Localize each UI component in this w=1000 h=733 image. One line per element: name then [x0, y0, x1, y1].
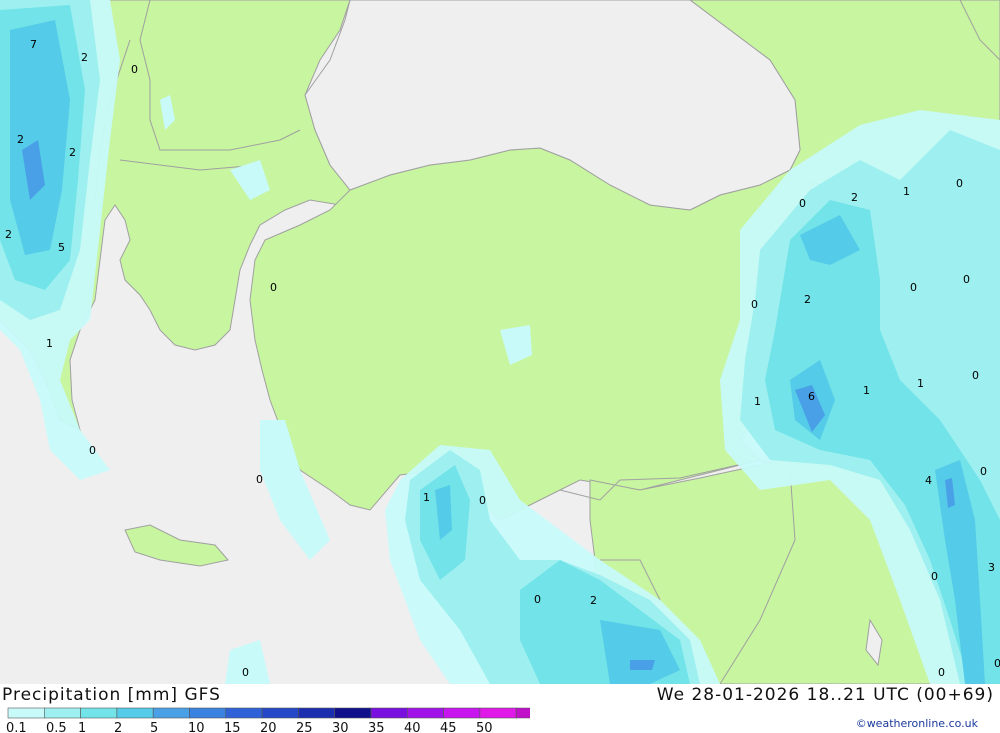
legend-tick: 15 [224, 721, 241, 733]
value-label: 0 [270, 281, 277, 294]
map-title: Precipitation [mm] GFS [2, 685, 221, 705]
value-label: 2 [590, 594, 597, 607]
value-label: 0 [242, 666, 249, 679]
legend-swatches [7, 707, 530, 719]
copyright-link[interactable]: ©weatheronline.co.uk [856, 717, 978, 730]
legend-swatch [261, 707, 299, 719]
legend-tick: 2 [114, 721, 122, 733]
value-label: 5 [58, 241, 65, 254]
value-label: 0 [994, 657, 1000, 670]
value-label: 2 [851, 191, 858, 204]
value-label: 0 [256, 473, 263, 486]
value-label: 0 [751, 298, 758, 311]
legend-tick: 5 [150, 721, 158, 733]
legend-tick: 50 [476, 721, 493, 733]
legend-tick: 25 [296, 721, 313, 733]
value-label: 2 [81, 51, 88, 64]
legend-swatch [152, 707, 190, 719]
legend-swatch [80, 707, 118, 719]
value-label: 0 [89, 444, 96, 457]
legend-swatch [43, 707, 81, 719]
value-label: 0 [479, 494, 486, 507]
legend-tick: 0.5 [46, 721, 67, 733]
legend-swatch [116, 707, 154, 719]
legend-swatch [189, 707, 227, 719]
precipitation-map: 7 2 0 2 2 2 5 1 0 0 0 1 0 0 0 2 0 2 1 0 … [0, 0, 1000, 684]
legend-swatch [479, 707, 517, 719]
legend-tick: 40 [404, 721, 421, 733]
value-label: 6 [808, 390, 815, 403]
legend-ticks: 0.1 0.5 1 2 5 10 15 20 25 30 35 40 45 50 [6, 721, 493, 733]
legend-tick: 30 [332, 721, 349, 733]
value-label: 0 [972, 369, 979, 382]
value-label: 1 [423, 491, 430, 504]
value-label: 0 [938, 666, 945, 679]
value-label: 0 [980, 465, 987, 478]
legend-tick: 1 [78, 721, 86, 733]
legend-tick: 45 [440, 721, 457, 733]
value-label: 2 [804, 293, 811, 306]
value-label: 1 [917, 377, 924, 390]
value-label: 0 [956, 177, 963, 190]
value-label: 0 [910, 281, 917, 294]
map-footer: Precipitation [mm] GFS We 28-01-2026 18.… [0, 684, 1000, 733]
precip-legend: 0.1 0.5 1 2 5 10 15 20 25 30 35 40 45 50 [6, 707, 530, 733]
value-label: 0 [131, 63, 138, 76]
value-label: 4 [925, 474, 932, 487]
value-label: 1 [46, 337, 53, 350]
legend-swatch [225, 707, 263, 719]
value-label: 0 [931, 570, 938, 583]
legend-swatch [406, 707, 444, 719]
value-label: 3 [988, 561, 995, 574]
legend-swatch [515, 707, 530, 719]
forecast-run: We 28-01-2026 18..21 UTC (00+69) [656, 685, 994, 705]
legend-tick: 10 [188, 721, 205, 733]
value-label: 0 [963, 273, 970, 286]
value-label: 1 [754, 395, 761, 408]
legend-tick: 20 [260, 721, 277, 733]
legend-tick: 35 [368, 721, 385, 733]
value-label: 2 [5, 228, 12, 241]
legend-swatch [334, 707, 372, 719]
value-label: 7 [30, 38, 37, 51]
value-label: 0 [534, 593, 541, 606]
legend-tick: 0.1 [6, 721, 27, 733]
legend-swatch [7, 707, 45, 719]
legend-swatch [370, 707, 408, 719]
legend-swatch [298, 707, 335, 719]
value-label: 0 [799, 197, 806, 210]
value-label: 2 [17, 133, 24, 146]
value-label: 1 [863, 384, 870, 397]
value-label: 1 [903, 185, 910, 198]
value-label: 2 [69, 146, 76, 159]
legend-swatch [443, 707, 481, 719]
